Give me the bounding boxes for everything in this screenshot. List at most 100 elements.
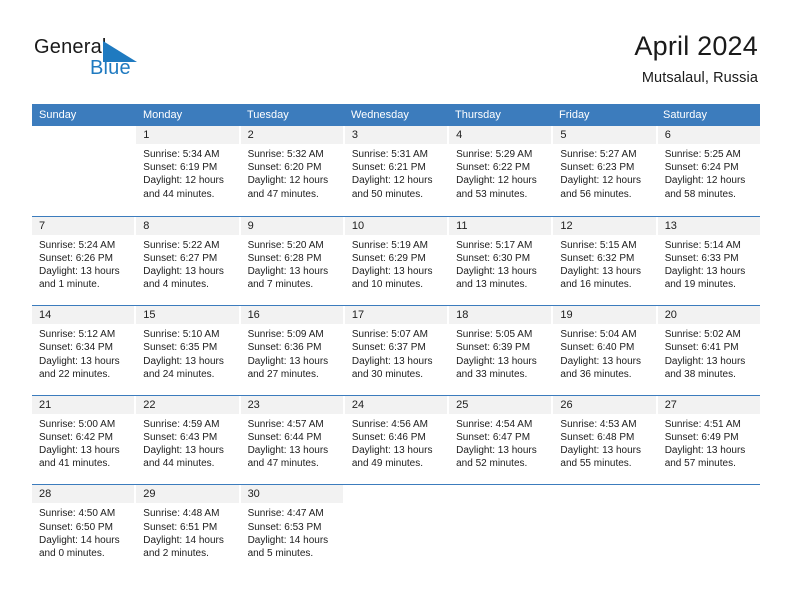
day-details: Sunrise: 5:00 AM Sunset: 6:42 PM Daylight:… — [32, 414, 134, 471]
sunrise-text: Sunrise: 5:19 AM — [351, 239, 428, 251]
day-cell[interactable]: 11 Sunrise: 5:17 AM Sunset: 6:30 PM Dayligh… — [449, 216, 554, 306]
day-details: Sunrise: 5:07 AM Sunset: 6:37 PM Daylight:… — [345, 324, 447, 381]
day-details: Sunrise: 4:48 AM Sunset: 6:51 PM Daylight:… — [136, 503, 238, 560]
daylight-text: Daylight: 12 hours and 56 minutes. — [560, 175, 642, 200]
daylight-text: Daylight: 13 hours and 52 minutes. — [456, 445, 537, 470]
weekday-header-tuesday: Tuesday — [247, 109, 289, 121]
day-cell[interactable]: 3 Sunrise: 5:31 AM Sunset: 6:21 PM Daylight… — [344, 126, 450, 216]
day-cell[interactable]: 7 Sunrise: 5:24 AM Sunset: 6:26 PM Daylight… — [32, 216, 137, 306]
daylight-text: Daylight: 12 hours and 44 minutes. — [143, 175, 224, 200]
day-number: 20 — [657, 306, 760, 325]
daylight-text: Daylight: 12 hours and 47 minutes. — [247, 175, 329, 200]
day-details: Sunrise: 5:22 AM Sunset: 6:27 PM Daylight:… — [136, 235, 238, 292]
daylight-text: Daylight: 13 hours and 7 minutes. — [247, 266, 329, 291]
daylight-text: Daylight: 13 hours and 47 minutes. — [247, 445, 329, 470]
day-cell[interactable]: 9 Sunrise: 5:20 AM Sunset: 6:28 PM Daylight… — [240, 216, 345, 306]
day-cell[interactable]: 4 Sunrise: 5:29 AM Sunset: 6:22 PM Daylight… — [449, 126, 554, 216]
daylight-text: Daylight: 13 hours and 36 minutes. — [560, 355, 642, 380]
day-number: 11 — [449, 216, 552, 235]
sunset-text: Sunset: 6:29 PM — [351, 252, 426, 264]
day-cell[interactable]: 21 Sunrise: 5:00 AM Sunset: 6:42 PM Dayligh… — [32, 395, 137, 485]
day-cell[interactable]: 24 Sunrise: 4:56 AM Sunset: 6:46 PM Dayligh… — [344, 395, 450, 485]
day-number: 21 — [32, 395, 135, 414]
daylight-text: Daylight: 14 hours and 5 minutes. — [247, 534, 329, 559]
day-cell[interactable]: 12 Sunrise: 5:15 AM Sunset: 6:32 PM Dayligh… — [553, 216, 658, 306]
day-cell[interactable]: 22 Sunrise: 4:59 AM Sunset: 6:43 PM Dayligh… — [136, 395, 241, 485]
day-cell[interactable]: 2 Sunrise: 5:32 AM Sunset: 6:20 PM Daylight… — [240, 126, 345, 216]
day-cell[interactable]: 27 Sunrise: 4:51 AM Sunset: 6:49 PM Dayligh… — [657, 395, 760, 485]
sunrise-text: Sunrise: 5:32 AM — [247, 149, 324, 160]
sunrise-text: Sunrise: 5:31 AM — [351, 149, 428, 160]
day-number: 12 — [553, 216, 656, 235]
day-details: Sunrise: 5:32 AM Sunset: 6:20 PM Daylight:… — [241, 144, 343, 201]
day-details: Sunrise: 4:47 AM Sunset: 6:53 PM Daylight:… — [241, 503, 343, 560]
sunset-text: Sunset: 6:53 PM — [247, 521, 322, 533]
sunset-text: Sunset: 6:47 PM — [456, 431, 531, 443]
general-blue-logo[interactable]: General Blue — [34, 36, 214, 84]
day-cell[interactable]: 29 Sunrise: 4:48 AM Sunset: 6:51 PM Dayligh… — [136, 485, 241, 574]
sunset-text: Sunset: 6:34 PM — [39, 342, 113, 354]
sunset-text: Sunset: 6:46 PM — [351, 431, 426, 443]
day-number: 18 — [449, 306, 552, 325]
sunrise-text: Sunrise: 4:57 AM — [247, 418, 324, 430]
sunrise-text: Sunrise: 4:50 AM — [39, 508, 116, 520]
day-number: 23 — [240, 395, 343, 414]
page-header: General Blue April 2024 Mutsalaul, Russi… — [0, 0, 792, 100]
day-details: Sunrise: 5:19 AM Sunset: 6:29 PM Daylight:… — [345, 235, 447, 292]
day-number: 5 — [553, 126, 656, 144]
day-number: 27 — [657, 395, 760, 414]
sunset-text: Sunset: 6:27 PM — [143, 252, 218, 264]
weekday-header-row: Sunday Monday Tuesday Wednesday Thursday… — [32, 104, 760, 126]
sunset-text: Sunset: 6:51 PM — [143, 521, 218, 533]
day-cell[interactable]: 5 Sunrise: 5:27 AM Sunset: 6:23 PM Daylight… — [553, 126, 658, 216]
day-cell[interactable]: 8 Sunrise: 5:22 AM Sunset: 6:27 PM Daylight… — [136, 216, 241, 306]
day-cell[interactable]: 28 Sunrise: 4:50 AM Sunset: 6:50 PM Dayligh… — [32, 485, 137, 574]
day-details: Sunrise: 4:50 AM Sunset: 6:50 PM Daylight:… — [32, 503, 134, 560]
sunrise-text: Sunrise: 5:27 AM — [560, 149, 637, 160]
day-cell[interactable]: 6 Sunrise: 5:25 AM Sunset: 6:24 PM Daylight… — [657, 126, 760, 216]
day-number — [553, 485, 655, 503]
day-cell[interactable]: 19 Sunrise: 5:04 AM Sunset: 6:40 PM Dayligh… — [553, 306, 658, 395]
daylight-text: Daylight: 13 hours and 13 minutes. — [456, 266, 537, 291]
day-cell[interactable]: 14 Sunrise: 5:12 AM Sunset: 6:34 PM Dayligh… — [32, 306, 137, 395]
weeks-container: 1 Sunrise: 5:34 AM Sunset: 6:19 PM Daylight… — [32, 126, 760, 574]
daylight-text: Daylight: 12 hours and 50 minutes. — [351, 175, 433, 200]
day-cell[interactable]: 17 Sunrise: 5:07 AM Sunset: 6:37 PM Dayligh… — [344, 306, 450, 395]
day-cell[interactable]: 18 Sunrise: 5:05 AM Sunset: 6:39 PM Dayligh… — [449, 306, 554, 395]
daylight-text: Daylight: 13 hours and 38 minutes. — [664, 355, 746, 380]
daylight-text: Daylight: 13 hours and 10 minutes. — [351, 266, 433, 291]
week-row: 14 Sunrise: 5:12 AM Sunset: 6:34 PM Dayligh… — [32, 305, 760, 395]
day-cell-empty — [553, 485, 658, 574]
sunset-text: Sunset: 6:23 PM — [560, 162, 635, 174]
sunset-text: Sunset: 6:48 PM — [560, 431, 635, 443]
day-cell[interactable]: 25 Sunrise: 4:54 AM Sunset: 6:47 PM Dayligh… — [449, 395, 554, 485]
week-row: 1 Sunrise: 5:34 AM Sunset: 6:19 PM Daylight… — [32, 126, 760, 216]
weekday-header-sunday: Sunday — [39, 109, 77, 121]
day-cell[interactable]: 10 Sunrise: 5:19 AM Sunset: 6:29 PM Dayligh… — [344, 216, 450, 306]
sunrise-text: Sunrise: 5:24 AM — [39, 239, 116, 251]
day-details: Sunrise: 4:59 AM Sunset: 6:43 PM Daylight:… — [136, 414, 238, 471]
daylight-text: Daylight: 13 hours and 4 minutes. — [143, 266, 224, 291]
day-cell[interactable]: 30 Sunrise: 4:47 AM Sunset: 6:53 PM Dayligh… — [240, 485, 345, 574]
day-cell[interactable]: 13 Sunrise: 5:14 AM Sunset: 6:33 PM Dayligh… — [657, 216, 760, 306]
sunrise-text: Sunrise: 5:20 AM — [247, 239, 324, 251]
sunrise-text: Sunrise: 5:00 AM — [39, 418, 116, 430]
sunrise-text: Sunrise: 5:04 AM — [560, 329, 637, 341]
sunset-text: Sunset: 6:24 PM — [664, 162, 739, 174]
day-number — [658, 485, 760, 503]
day-cell[interactable]: 1 Sunrise: 5:34 AM Sunset: 6:19 PM Daylight… — [136, 126, 241, 216]
day-cell[interactable]: 16 Sunrise: 5:09 AM Sunset: 6:36 PM Dayligh… — [240, 306, 345, 395]
day-cell[interactable]: 23 Sunrise: 4:57 AM Sunset: 6:44 PM Dayligh… — [240, 395, 345, 485]
day-cell[interactable]: 26 Sunrise: 4:53 AM Sunset: 6:48 PM Dayligh… — [553, 395, 658, 485]
sunset-text: Sunset: 6:22 PM — [456, 162, 531, 174]
sunrise-text: Sunrise: 5:07 AM — [351, 329, 428, 341]
daylight-text: Daylight: 14 hours and 0 minutes. — [39, 534, 120, 559]
day-number: 25 — [449, 395, 552, 414]
sunset-text: Sunset: 6:32 PM — [560, 252, 635, 264]
day-cell[interactable]: 15 Sunrise: 5:10 AM Sunset: 6:35 PM Dayligh… — [136, 306, 241, 395]
page-title: April 2024 — [634, 31, 758, 61]
daylight-text: Daylight: 13 hours and 24 minutes. — [143, 355, 224, 380]
day-cell[interactable]: 20 Sunrise: 5:02 AM Sunset: 6:41 PM Dayligh… — [657, 306, 760, 395]
day-details: Sunrise: 4:57 AM Sunset: 6:44 PM Daylight:… — [241, 414, 343, 471]
day-details: Sunrise: 5:14 AM Sunset: 6:33 PM Daylight:… — [658, 235, 760, 292]
